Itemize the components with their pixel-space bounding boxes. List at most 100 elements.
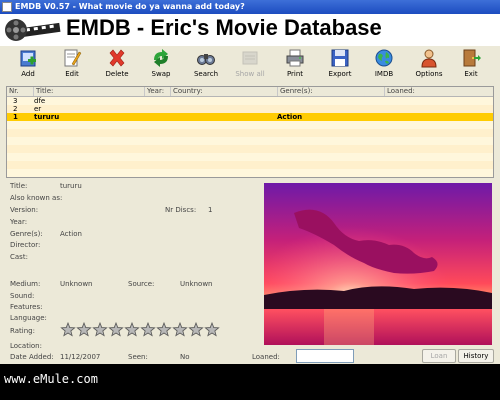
add-label: Add (21, 70, 35, 78)
sound-label: Sound: (10, 292, 35, 300)
medium-value: Unknown (60, 280, 93, 288)
empty-row (7, 137, 493, 145)
rating-star-icon[interactable] (60, 322, 76, 337)
rating-star-icon[interactable] (172, 322, 188, 337)
movie-poster-image (264, 183, 492, 345)
toolbar: Add Edit Delete Swap Search Show all Pri… (0, 46, 500, 84)
empty-row (7, 145, 493, 153)
loaned-field[interactable] (296, 349, 354, 363)
show-all-button[interactable]: Show all (228, 46, 272, 84)
search-binoculars-icon (197, 54, 215, 65)
title-label: Title: (10, 182, 28, 190)
rating-stars[interactable] (60, 322, 222, 338)
date-added-label: Date Added: (10, 353, 54, 361)
swap-button[interactable]: Swap (139, 46, 183, 84)
rating-star-icon[interactable] (92, 322, 108, 337)
date-added-value: 11/12/2007 (60, 353, 101, 361)
features-label: Features: (10, 303, 43, 311)
search-button[interactable]: Search (184, 46, 228, 84)
exit-button[interactable]: Exit (449, 46, 493, 84)
emdb-window: EMDB V0.57 - What movie do ya wanna add … (0, 0, 500, 364)
rating-star-icon[interactable] (108, 322, 124, 337)
options-label: Options (415, 70, 443, 78)
printer-icon (286, 49, 304, 67)
delete-x-icon (109, 49, 125, 67)
app-icon (2, 2, 12, 12)
empty-row (7, 161, 493, 169)
export-label: Export (328, 70, 352, 78)
seen-value: No (180, 353, 190, 361)
print-label: Print (286, 70, 304, 78)
col-title[interactable]: Title: (34, 87, 145, 96)
empty-row (7, 153, 493, 161)
rating-star-icon[interactable] (76, 322, 92, 337)
nr-discs-label: Nr Discs: (165, 206, 197, 214)
source-value: Unknown (180, 280, 213, 288)
search-label: Search (193, 70, 219, 78)
window-title: EMDB V0.57 - What movie do ya wanna add … (15, 2, 245, 11)
delete-button[interactable]: Delete (95, 46, 139, 84)
add-button[interactable]: Add (6, 46, 50, 84)
seen-label: Seen: (128, 353, 148, 361)
footer-bar: www.eMule.com (0, 364, 500, 400)
rating-label: Rating: (10, 327, 35, 335)
table-row-selected[interactable]: 1 tururu Action (7, 113, 493, 121)
empty-row (7, 121, 493, 129)
edit-icon (64, 49, 82, 67)
col-nr[interactable]: Nr. (7, 87, 34, 96)
row-title: tururu (34, 113, 60, 121)
row-title: dfe (34, 97, 46, 105)
rating-star-icon[interactable] (124, 322, 140, 337)
title-bar: EMDB V0.57 - What movie do ya wanna add … (0, 0, 500, 14)
app-title: EMDB - Eric's Movie Database (66, 15, 382, 40)
col-country[interactable]: Country: (171, 87, 278, 96)
col-year[interactable]: Year: (145, 87, 171, 96)
show-all-icon (242, 51, 258, 65)
history-button[interactable]: History (458, 349, 494, 363)
edit-button[interactable]: Edit (50, 46, 94, 84)
row-nr: 3 (13, 97, 18, 105)
language-label: Language: (10, 314, 47, 322)
row-nr: 2 (13, 105, 18, 113)
table-row[interactable]: 2 er (7, 105, 493, 113)
version-label: Version: (10, 206, 39, 214)
source-label: Source: (128, 280, 155, 288)
delete-label: Delete (105, 70, 129, 78)
loan-button[interactable]: Loan (422, 349, 456, 363)
export-disk-icon (331, 49, 349, 67)
rating-star-icon[interactable] (140, 322, 156, 337)
options-button[interactable]: Options (407, 46, 451, 84)
col-genres[interactable]: Genre(s): (278, 87, 385, 96)
swap-arrows-icon (154, 49, 168, 67)
medium-label: Medium: (10, 280, 41, 288)
options-person-icon (421, 49, 437, 68)
swap-label: Swap (151, 70, 171, 78)
genres-value: Action (60, 230, 82, 238)
rating-star-icon[interactable] (204, 322, 220, 337)
imdb-label: IMDB (374, 70, 394, 78)
rating-star-icon[interactable] (188, 322, 204, 337)
director-label: Director: (10, 241, 41, 249)
row-genre: Action (277, 113, 303, 121)
watermark-text: www.eMule.com (4, 372, 98, 386)
movie-list[interactable]: Nr. Title: Year: Country: Genre(s): Loan… (6, 86, 494, 178)
export-button[interactable]: Export (318, 46, 362, 84)
print-button[interactable]: Print (273, 46, 317, 84)
imdb-button[interactable]: IMDB (362, 46, 406, 84)
edit-label: Edit (65, 70, 79, 78)
table-row[interactable]: 3 dfe (7, 97, 493, 105)
exit-door-icon (463, 49, 481, 67)
rating-star-icon[interactable] (156, 322, 172, 337)
empty-row (7, 129, 493, 137)
globe-icon (375, 49, 393, 67)
col-loaned[interactable]: Loaned: (385, 87, 493, 96)
exit-label: Exit (464, 70, 478, 78)
loaned-label: Loaned: (252, 353, 280, 361)
banner: EMDB - Eric's Movie Database (0, 14, 500, 46)
title-value: tururu (60, 182, 82, 190)
film-reel-logo-icon (5, 19, 61, 41)
nr-discs-value: 1 (208, 206, 213, 214)
location-label: Location: (10, 342, 42, 350)
list-header: Nr. Title: Year: Country: Genre(s): Loan… (7, 87, 493, 97)
show-all-label: Show all (235, 70, 265, 78)
